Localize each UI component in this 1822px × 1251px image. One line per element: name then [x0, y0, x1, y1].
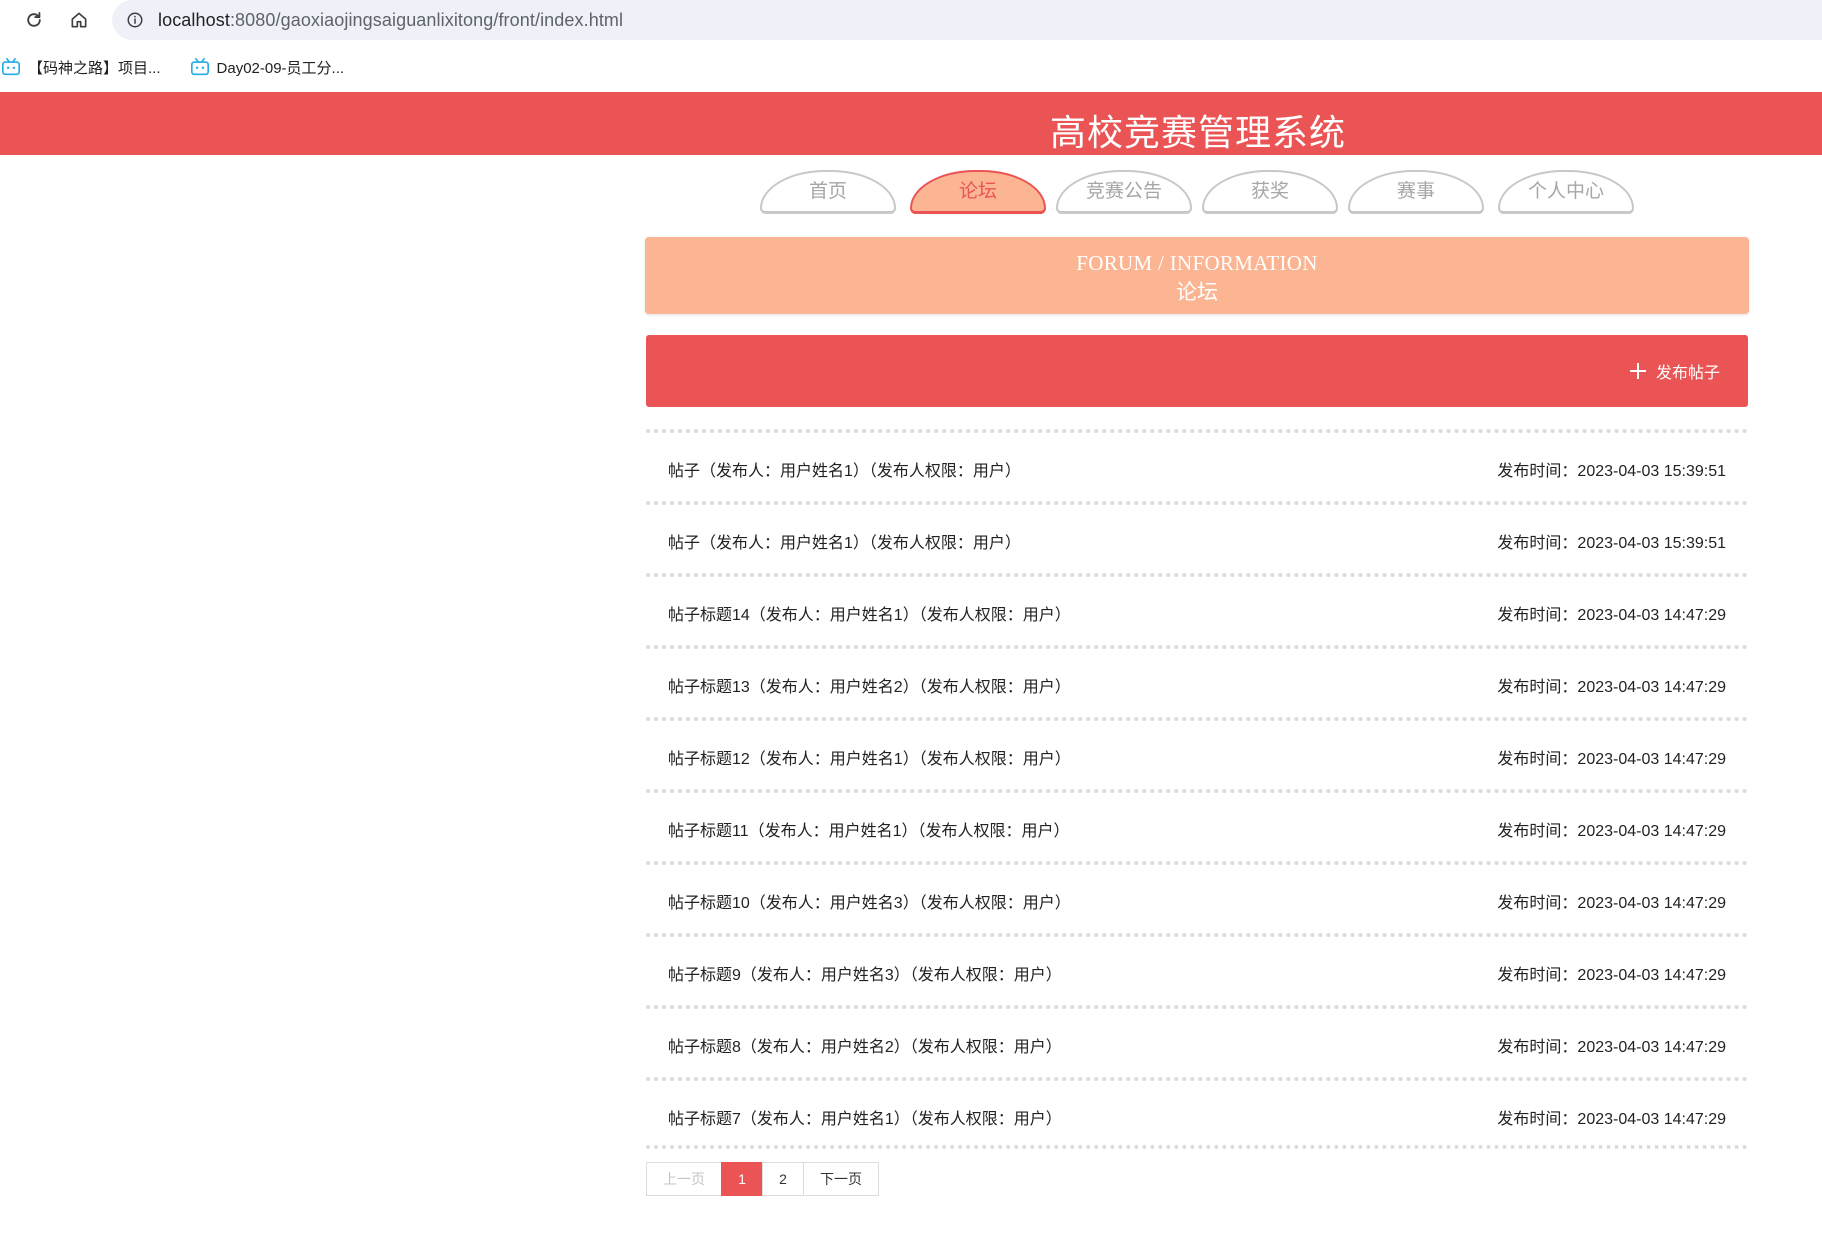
banner-title-en: FORUM / INFORMATION [1076, 251, 1318, 275]
action-bar: 发布帖子 [646, 335, 1748, 407]
page-button-2[interactable]: 2 [762, 1162, 804, 1196]
pagination: 上一页 1 2 下一页 [646, 1162, 879, 1196]
section-banner: FORUM / INFORMATION 论坛 [645, 237, 1749, 314]
bookmarks-bar: 【码神之路】项目... Day02-09-员工分... [0, 50, 1822, 84]
post-row[interactable]: 帖子标题8（发布人：用户姓名2）（发布人权限：用户） 发布时间：2023-04-… [646, 1005, 1748, 1077]
post-row[interactable]: 帖子标题7（发布人：用户姓名1）（发布人权限：用户） 发布时间：2023-04-… [646, 1077, 1748, 1149]
post-row[interactable]: 帖子（发布人：用户姓名1）（发布人权限：用户） 发布时间：2023-04-03 … [646, 429, 1748, 501]
post-row[interactable]: 帖子标题14（发布人：用户姓名1）（发布人权限：用户） 发布时间：2023-04… [646, 573, 1748, 645]
post-title: 帖子标题12（发布人：用户姓名1）（发布人权限：用户） [668, 751, 1071, 768]
site-title: 高校竞赛管理系统 [1050, 113, 1347, 154]
publish-post-label: 发布帖子 [1655, 365, 1720, 382]
tab-home[interactable]: 首页 [760, 170, 896, 214]
post-title: 帖子标题11（发布人：用户姓名1）（发布人权限：用户） [668, 823, 1070, 840]
post-list: 帖子（发布人：用户姓名1）（发布人权限：用户） 发布时间：2023-04-03 … [646, 429, 1748, 1149]
post-time: 发布时间：2023-04-03 14:47:29 [1497, 967, 1726, 984]
url-host: localhost [158, 9, 230, 30]
post-title: 帖子标题10（发布人：用户姓名3）（发布人权限：用户） [668, 895, 1071, 912]
post-row[interactable]: 帖子标题13（发布人：用户姓名2）（发布人权限：用户） 发布时间：2023-04… [646, 645, 1748, 717]
post-row[interactable]: 帖子标题9（发布人：用户姓名3）（发布人权限：用户） 发布时间：2023-04-… [646, 933, 1748, 1005]
post-time: 发布时间：2023-04-03 14:47:29 [1497, 607, 1726, 624]
post-time: 发布时间：2023-04-03 14:47:29 [1497, 823, 1726, 840]
post-title: 帖子（发布人：用户姓名1）（发布人权限：用户） [668, 463, 1021, 480]
post-time: 发布时间：2023-04-03 15:39:51 [1497, 535, 1726, 552]
banner-title-cn: 论坛 [1176, 280, 1218, 304]
tab-competition-notice[interactable]: 竞赛公告 [1056, 170, 1192, 214]
bilibili-icon [189, 57, 211, 77]
post-row[interactable]: 帖子（发布人：用户姓名1）（发布人权限：用户） 发布时间：2023-04-03 … [646, 501, 1748, 573]
publish-post-button[interactable]: 发布帖子 [1629, 359, 1720, 383]
post-row[interactable]: 帖子标题10（发布人：用户姓名3）（发布人权限：用户） 发布时间：2023-04… [646, 861, 1748, 933]
tab-forum[interactable]: 论坛 [910, 170, 1046, 214]
site-header: 高校竞赛管理系统 [0, 92, 1822, 155]
bookmark-label: Day02-09-员工分... [216, 59, 345, 77]
next-page-button[interactable]: 下一页 [803, 1162, 879, 1196]
tab-personal-center[interactable]: 个人中心 [1498, 170, 1634, 214]
post-title: 帖子标题14（发布人：用户姓名1）（发布人权限：用户） [668, 607, 1071, 624]
post-title: 帖子标题8（发布人：用户姓名2）（发布人权限：用户） [668, 1039, 1062, 1056]
bilibili-icon [0, 57, 22, 77]
main-nav: 首页 论坛 竞赛公告 获奖 赛事 个人中心 [0, 170, 1822, 214]
post-title: 帖子标题7（发布人：用户姓名1）（发布人权限：用户） [668, 1111, 1062, 1128]
url-text: localhost:8080/gaoxiaojingsaiguanlixiton… [158, 10, 623, 31]
browser-toolbar: localhost:8080/gaoxiaojingsaiguanlixiton… [0, 0, 1822, 40]
post-time: 发布时间：2023-04-03 14:47:29 [1497, 1111, 1726, 1128]
post-time: 发布时间：2023-04-03 15:39:51 [1497, 463, 1726, 480]
post-title: 帖子（发布人：用户姓名1）（发布人权限：用户） [668, 535, 1021, 552]
tab-events[interactable]: 赛事 [1348, 170, 1484, 214]
bookmark-label: 【码神之路】项目... [28, 59, 161, 77]
page-button-1[interactable]: 1 [721, 1162, 763, 1196]
post-time: 发布时间：2023-04-03 14:47:29 [1497, 895, 1726, 912]
plus-icon [1629, 363, 1646, 379]
post-row[interactable]: 帖子标题12（发布人：用户姓名1）（发布人权限：用户） 发布时间：2023-04… [646, 717, 1748, 789]
post-title: 帖子标题13（发布人：用户姓名2）（发布人权限：用户） [668, 679, 1071, 696]
address-bar[interactable]: localhost:8080/gaoxiaojingsaiguanlixiton… [112, 0, 1822, 40]
bookmark-item[interactable]: Day02-09-员工分... [189, 57, 345, 78]
tab-awards[interactable]: 获奖 [1202, 170, 1338, 214]
prev-page-button[interactable]: 上一页 [646, 1162, 722, 1196]
home-icon[interactable] [67, 8, 91, 32]
info-icon[interactable] [124, 9, 146, 31]
post-time: 发布时间：2023-04-03 14:47:29 [1497, 1039, 1726, 1056]
url-path: :8080/gaoxiaojingsaiguanlixitong/front/i… [229, 9, 624, 30]
post-time: 发布时间：2023-04-03 14:47:29 [1497, 679, 1726, 696]
post-row[interactable]: 帖子标题11（发布人：用户姓名1）（发布人权限：用户） 发布时间：2023-04… [646, 789, 1748, 861]
post-time: 发布时间：2023-04-03 14:47:29 [1497, 751, 1726, 768]
bookmark-item[interactable]: 【码神之路】项目... [0, 57, 161, 78]
reload-icon[interactable] [22, 8, 46, 32]
post-title: 帖子标题9（发布人：用户姓名3）（发布人权限：用户） [668, 967, 1062, 984]
